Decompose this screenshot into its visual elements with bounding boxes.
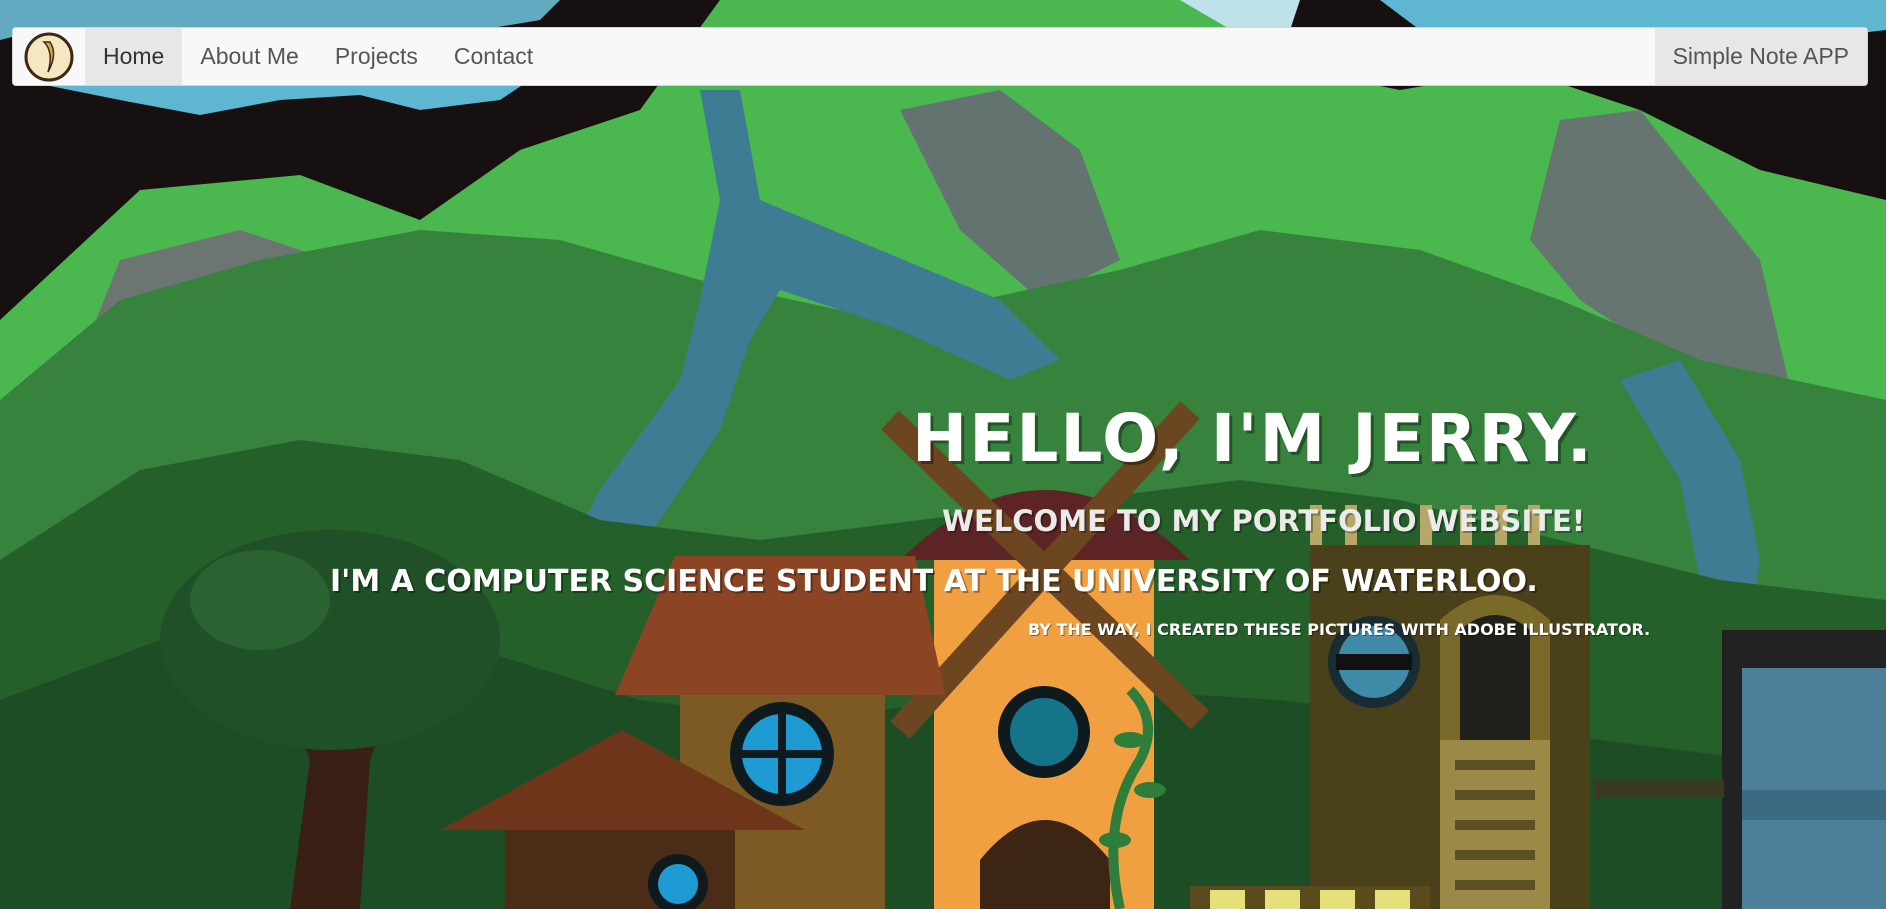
banana-logo-icon [24,32,74,81]
hut-window [658,864,698,904]
tree-foliage [190,550,330,650]
nav-contact[interactable]: Contact [436,28,551,85]
nav-about-me[interactable]: About Me [182,28,316,85]
tree-foliage [160,530,500,750]
nav-home[interactable]: Home [85,28,183,85]
hero-note: By the way, I created these pictures wit… [1028,620,1651,639]
hero-intro: I'm a computer science student at the Un… [330,564,1538,599]
nav-simple-note-app[interactable]: Simple Note APP [1654,28,1867,85]
nav-projects[interactable]: Projects [317,28,436,85]
brand-logo[interactable] [13,28,85,85]
hero-welcome: Welcome to my portfolio website! [942,504,1586,538]
windmill-window [1010,698,1078,766]
top-navbar: Home About Me Projects Contact Simple No… [12,27,1868,86]
hero-title: Hello, I'm Jerry. [912,400,1594,477]
